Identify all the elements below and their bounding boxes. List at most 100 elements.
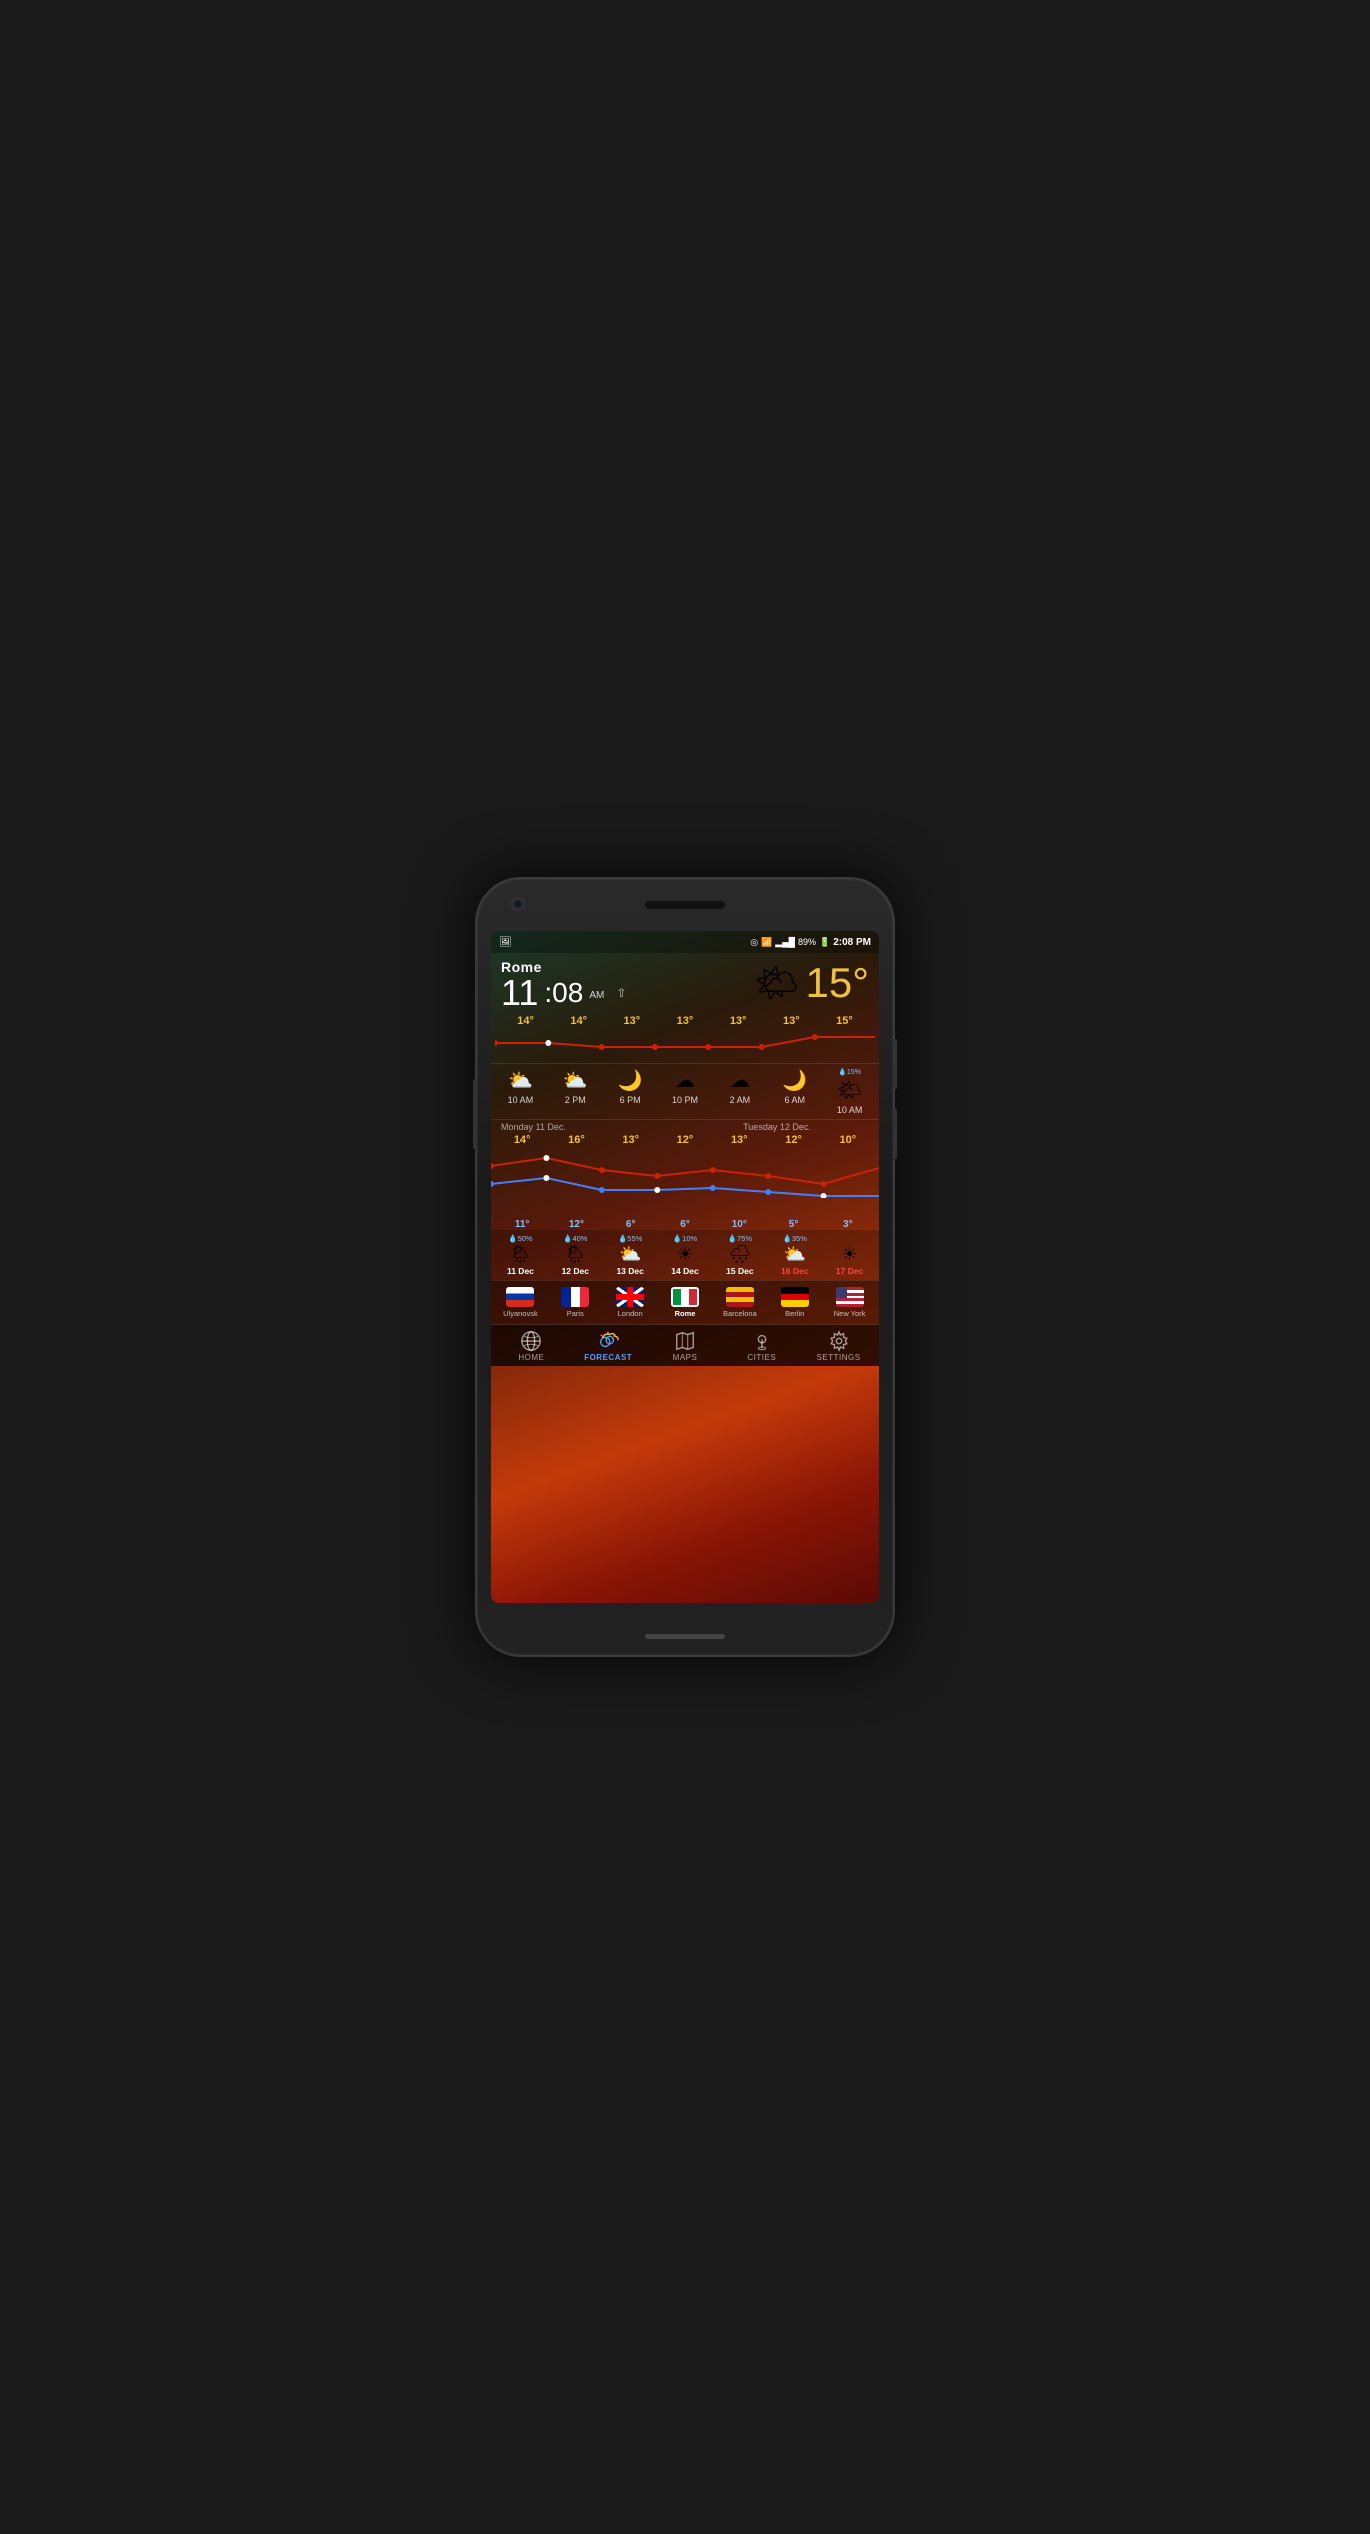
hourly-temp-5: 13° [783, 1015, 800, 1027]
phone-screen: 🖼 ◎ 📶 ▂▄█ 89% 🔋 2:08 PM Rome 11 :08 [491, 931, 879, 1603]
city-london[interactable]: London [603, 1287, 658, 1318]
daily-low-3: 6° [658, 1219, 712, 1230]
volume-up-button[interactable] [893, 1039, 897, 1089]
hourly-icon-3: ☁ [675, 1068, 695, 1093]
hourly-temp-1: 14° [570, 1015, 587, 1027]
city-newyork[interactable]: New York [822, 1287, 877, 1318]
hourly-icon-2: 🌙 [618, 1068, 643, 1093]
day-item-0[interactable]: 💧50% 🌦 11 Dec [493, 1234, 548, 1276]
share-icon[interactable]: ⇧ [616, 986, 626, 1000]
daily-high-2: 13° [604, 1134, 658, 1146]
day-label-1: 12 Dec [562, 1266, 589, 1276]
day-icon-0: 🌦 [509, 1244, 532, 1265]
city-berlin[interactable]: Berlin [767, 1287, 822, 1318]
city-rome[interactable]: Rome [658, 1287, 713, 1318]
status-bar: 🖼 ◎ 📶 ▂▄█ 89% 🔋 2:08 PM [491, 931, 879, 953]
daily-low-0: 11° [495, 1219, 549, 1230]
city-label-london: London [618, 1309, 643, 1318]
hourly-item-1[interactable]: ⛅ 2 PM [548, 1068, 603, 1115]
nav-home[interactable]: HOME [493, 1330, 570, 1362]
nav-label-settings: SETTINGS [817, 1353, 861, 1362]
hourly-time-2: 6 PM [620, 1095, 641, 1105]
city-label-barcelona: Barcelona [723, 1309, 757, 1318]
day-icon-1: 🌦 [564, 1244, 587, 1265]
hourly-time-5: 6 AM [784, 1095, 805, 1105]
day-item-1[interactable]: 💧40% 🌦 12 Dec [548, 1234, 603, 1276]
flag-london [616, 1287, 644, 1307]
flag-ulyanovsk [506, 1287, 534, 1307]
daily-chart-svg [491, 1148, 879, 1198]
home-icon [520, 1330, 542, 1352]
home-indicator[interactable] [645, 1634, 725, 1639]
day-icon-4: 🌧 [728, 1244, 751, 1265]
city-time: Rome 11 :08 AM ⇧ [501, 959, 626, 1011]
clock: 2:08 PM [833, 937, 871, 948]
time-ampm: AM [589, 990, 604, 1001]
rain-4: 💧75% [728, 1234, 752, 1243]
hourly-time-4: 2 AM [730, 1095, 751, 1105]
nav-maps[interactable]: MAPS [647, 1330, 724, 1362]
daily-high-5: 12° [766, 1134, 820, 1146]
time-hours: 11 [501, 975, 538, 1011]
rain-badge: 💧15% [838, 1068, 861, 1076]
date-label-right: Tuesday 12 Dec. [685, 1122, 869, 1132]
hourly-item-5[interactable]: 🌙 6 AM [767, 1068, 822, 1115]
hourly-icon-0: ⛅ [508, 1068, 533, 1093]
speaker [645, 901, 725, 909]
nav-settings[interactable]: SETTINGS [800, 1330, 877, 1362]
day-label-3: 14 Dec [671, 1266, 698, 1276]
city-ulyanovsk[interactable]: Ulyanovsk [493, 1287, 548, 1318]
main-temperature: 15° [805, 959, 869, 1007]
hourly-forecast-row: ⛅ 10 AM ⛅ 2 PM 🌙 6 PM ☁ 10 PM ☁ 2 AM [491, 1063, 879, 1120]
day-item-5[interactable]: 💧35% ⛅ 16 Dec [767, 1234, 822, 1276]
nav-forecast[interactable]: FORECAST [570, 1330, 647, 1362]
hourly-icon-5: 🌙 [782, 1068, 807, 1093]
bottom-nav: HOME FORECAST [491, 1324, 879, 1366]
daily-low-2: 6° [604, 1219, 658, 1230]
hourly-icon-1: ⛅ [563, 1068, 588, 1093]
day-item-2[interactable]: 💧55% ⛅ 13 Dec [603, 1234, 658, 1276]
daily-high-3: 12° [658, 1134, 712, 1146]
nav-label-forecast: FORECAST [584, 1353, 632, 1362]
nav-label-home: HOME [518, 1353, 544, 1362]
daily-low-5: 5° [766, 1219, 820, 1230]
day-icon-6: ☀ [842, 1244, 858, 1265]
signal-icon: ▂▄█ [775, 937, 795, 948]
day-item-3[interactable]: 💧10% ☀ 14 Dec [658, 1234, 713, 1276]
hourly-temp-4: 13° [730, 1015, 747, 1027]
volume-down-button[interactable] [893, 1109, 897, 1159]
time-row: 11 :08 AM ⇧ [501, 975, 626, 1011]
forecast-icon [597, 1330, 619, 1352]
hourly-icon-4: ☁ [730, 1068, 750, 1093]
day-label-0: 11 Dec [507, 1266, 534, 1276]
date-label-left: Monday 11 Dec. [501, 1122, 685, 1132]
city-barcelona[interactable]: Barcelona [712, 1287, 767, 1318]
hourly-item-0[interactable]: ⛅ 10 AM [493, 1068, 548, 1115]
hourly-item-6[interactable]: 💧15% 🌤 10 AM [822, 1068, 877, 1115]
nav-label-cities: CITIES [747, 1353, 776, 1362]
flag-paris [561, 1287, 589, 1307]
nav-cities[interactable]: CITIES [723, 1330, 800, 1362]
top-section: Rome 11 :08 AM ⇧ 🌤 15° [491, 953, 879, 1015]
flag-newyork [836, 1287, 864, 1307]
status-right: ◎ 📶 ▂▄█ 89% 🔋 2:08 PM [750, 937, 871, 948]
status-left: 🖼 [499, 937, 512, 948]
power-button[interactable] [473, 1079, 477, 1149]
wifi-icon: 📶 [761, 937, 772, 948]
main-weather-icon: 🌤 [754, 962, 800, 1004]
hourly-item-2[interactable]: 🌙 6 PM [603, 1068, 658, 1115]
image-icon: 🖼 [499, 937, 512, 948]
day-label-4: 15 Dec [726, 1266, 753, 1276]
battery-percent: 89% [798, 937, 816, 947]
city-paris[interactable]: Paris [548, 1287, 603, 1318]
daily-low-4: 10° [712, 1219, 766, 1230]
hourly-temp-0: 14° [517, 1015, 534, 1027]
battery-icon: 🔋 [819, 937, 830, 948]
daily-low-1: 12° [549, 1219, 603, 1230]
flag-berlin [781, 1287, 809, 1307]
day-item-6[interactable]: 💧0% ☀ 17 Dec [822, 1234, 877, 1276]
hourly-item-4[interactable]: ☁ 2 AM [712, 1068, 767, 1115]
hourly-item-3[interactable]: ☁ 10 PM [658, 1068, 713, 1115]
day-item-4[interactable]: 💧75% 🌧 15 Dec [712, 1234, 767, 1276]
city-label-berlin: Berlin [785, 1309, 804, 1318]
